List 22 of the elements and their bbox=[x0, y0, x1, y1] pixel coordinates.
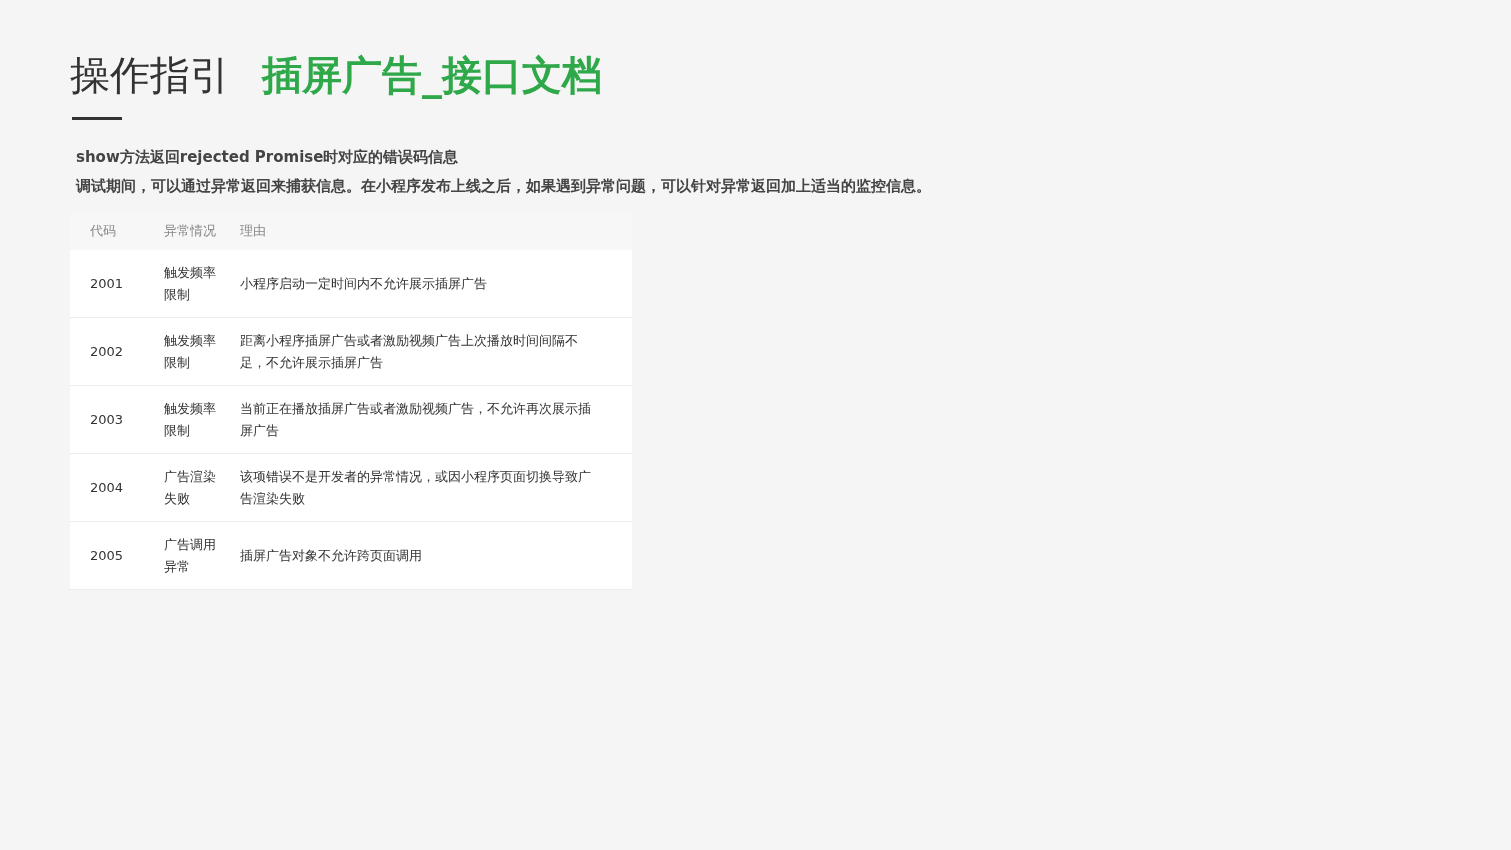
column-header: 代码 bbox=[89, 222, 117, 240]
table-cell-text: 触发频率限制 bbox=[163, 331, 217, 372]
table-cell-text: 触发频率限制 bbox=[163, 263, 217, 304]
table-cell-text: 2001 bbox=[89, 274, 125, 293]
column-header: 异常情况 bbox=[163, 222, 217, 240]
table-cell-text: 2002 bbox=[89, 342, 125, 361]
section-title: 操作指引 bbox=[70, 51, 230, 100]
intro-text: 调试期间，可以通过异常返回来捕获信息。在小程序发布上线之后，如果遇到异常问题，可以针对异常返回加上适当的监控信息。 bbox=[76, 177, 932, 196]
table-cell-text: 广告调用异常 bbox=[163, 535, 217, 576]
table-cell-text: 2005 bbox=[89, 546, 125, 565]
column-header: 理由 bbox=[240, 222, 267, 240]
table-cell-text: 小程序启动一定时间内不允许展示插屏广告 bbox=[240, 274, 488, 293]
table-cell-text: 当前正在播放插屏广告或者激励视频广告，不允许再次展示插屏广告 bbox=[240, 399, 592, 440]
intro-text: show方法返回rejected Promise时对应的错误码信息 bbox=[76, 148, 460, 167]
table-cell-text: 距离小程序插屏广告或者激励视频广告上次播放时间间隔不足，不允许展示插屏广告 bbox=[240, 331, 579, 372]
table-cell-text: 2004 bbox=[89, 478, 125, 497]
table-cell-text: 触发频率限制 bbox=[163, 399, 217, 440]
table-cell-text: 插屏广告对象不允许跨页面调用 bbox=[240, 546, 423, 565]
topic-title: 插屏广告_接口文档 bbox=[262, 51, 602, 101]
table-cell-text: 该项错误不是开发者的异常情况，或因小程序页面切换导致广告渲染失败 bbox=[240, 467, 592, 508]
table-cell-text: 广告渲染失败 bbox=[163, 467, 217, 508]
table-cell-text: 2003 bbox=[89, 410, 125, 429]
